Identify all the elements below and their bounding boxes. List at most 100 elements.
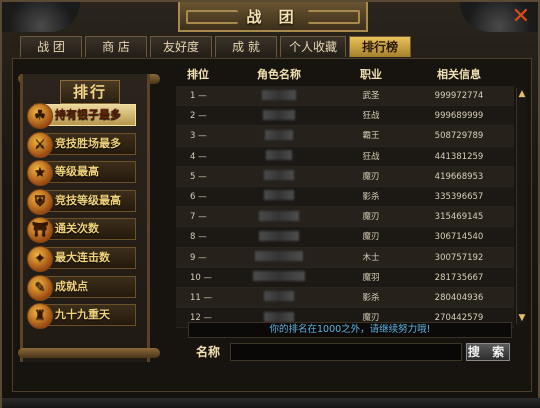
table-row[interactable]: 4 — 狂战 441381259 xyxy=(176,146,514,167)
rank-notice: 你的排名在1000之外，请继续努力哦! xyxy=(188,322,512,338)
bottom-bar xyxy=(2,398,540,408)
blurred-name xyxy=(264,170,294,181)
info-cell: 315469145 xyxy=(434,212,484,223)
rank-cell: 7 — xyxy=(190,212,207,223)
name-cell xyxy=(220,147,338,166)
scroll-up-icon[interactable]: ▲ xyxy=(517,88,527,100)
info-cell: 306714540 xyxy=(434,232,484,243)
scroll-down-icon[interactable]: ▼ xyxy=(517,312,527,324)
close-button[interactable]: ✕ xyxy=(510,6,532,28)
table-row[interactable]: 10 — 魔羽 281735667 xyxy=(176,267,514,288)
class-cell: 影杀 xyxy=(362,191,380,202)
tab-collection[interactable]: 个人收藏 xyxy=(280,36,346,57)
category-item[interactable]: ♜ 九十九重天 xyxy=(27,303,136,330)
category-item[interactable]: ⛩ 通关次数 xyxy=(27,217,136,244)
close-icon: ✕ xyxy=(511,4,531,29)
info-cell: 335396657 xyxy=(434,191,484,202)
tab-bar: 战 团 商 店 友好度 成 就 个人收藏 排行榜 xyxy=(20,36,411,57)
category-item[interactable]: ★ 等级最高 xyxy=(27,160,136,187)
class-cell: 霸王 xyxy=(362,131,380,142)
blurred-name xyxy=(266,150,292,161)
search-button[interactable]: 搜 索 xyxy=(466,343,510,361)
header-name: 角色名称 xyxy=(257,68,301,81)
class-cell: 影杀 xyxy=(362,292,380,303)
tab-guild[interactable]: 战 团 xyxy=(20,36,82,57)
category-item[interactable]: ✦ 最大连击数 xyxy=(27,245,136,272)
blurred-name xyxy=(263,109,295,120)
tower-icon: ♜ xyxy=(27,303,53,330)
category-item[interactable]: ⚔ 竞技胜场最多 xyxy=(27,131,136,158)
table-row[interactable]: 1 — 武圣 999972774 xyxy=(176,86,514,107)
blurred-name xyxy=(253,271,305,282)
title-ornament-right xyxy=(308,10,360,24)
table-row[interactable]: 3 — 霸王 508729789 xyxy=(176,126,514,147)
category-list: ☘ 持有银子最多 ⚔ 竞技胜场最多 ★ 等级最高 ⛨ 竞技等级最高 ⛩ 通关次数 ✦ 最大连击数 ✎ 成就… xyxy=(27,103,136,333)
scroll-icon: ✎ xyxy=(27,274,53,301)
blurred-name xyxy=(255,251,303,261)
table-row[interactable]: 2 — 狂战 999689999 xyxy=(176,106,514,127)
name-cell xyxy=(220,106,338,125)
name-search-input[interactable] xyxy=(230,343,462,361)
category-item[interactable]: ☘ 持有银子最多 xyxy=(27,103,136,129)
coin-icon: ☘ xyxy=(27,103,53,129)
rank-cell: 6 — xyxy=(190,191,207,202)
class-cell: 狂战 xyxy=(362,111,380,122)
class-cell: 狂战 xyxy=(362,151,380,162)
class-cell: 武圣 xyxy=(362,91,380,101)
name-cell xyxy=(220,288,338,307)
rank-cell: 10 — xyxy=(190,272,213,283)
name-cell xyxy=(220,187,338,206)
class-cell: 魔刃 xyxy=(362,171,380,182)
gate-icon: ⛩ xyxy=(27,217,53,244)
rank-cell: 2 — xyxy=(190,111,207,122)
blurred-name xyxy=(262,89,296,100)
category-label: 通关次数 xyxy=(55,222,99,236)
tab-friendship[interactable]: 友好度 xyxy=(150,36,212,57)
table-row[interactable]: 5 — 魔刃 419668953 xyxy=(176,166,514,187)
table-row[interactable]: 8 — 魔刃 306714540 xyxy=(176,227,514,248)
rank-cell: 5 — xyxy=(190,171,207,182)
table-row[interactable]: 9 — 木士 300757192 xyxy=(176,247,514,268)
info-cell: 999689999 xyxy=(434,111,484,122)
scroll-rod-bottom xyxy=(18,348,160,358)
leaderboard-table: 排位 角色名称 职业 相关信息 1 — 武圣 999972774 2 — 狂战 99968… xyxy=(176,66,514,329)
blurred-name xyxy=(259,230,299,241)
window-title-plate: 战 团 xyxy=(178,2,368,32)
table-body: 1 — 武圣 999972774 2 — 狂战 999689999 3 — 霸王 5087297… xyxy=(176,86,514,329)
name-cell xyxy=(220,86,338,105)
info-cell: 281735667 xyxy=(434,272,484,283)
rank-cell: 1 — xyxy=(190,91,207,101)
title-ornament-left xyxy=(186,10,238,24)
tab-achievements[interactable]: 成 就 xyxy=(215,36,277,57)
info-cell: 999972774 xyxy=(434,91,484,101)
blurred-name xyxy=(259,210,299,221)
category-label: 成就点 xyxy=(55,279,88,293)
table-row[interactable]: 11 — 影杀 280404936 xyxy=(176,287,514,309)
category-item[interactable]: ✎ 成就点 xyxy=(27,274,136,301)
table-row[interactable]: 6 — 影杀 335396657 xyxy=(176,186,514,208)
category-item[interactable]: ⛨ 竞技等级最高 xyxy=(27,188,136,215)
tab-shop[interactable]: 商 店 xyxy=(85,36,147,57)
search-label: 名称 xyxy=(196,345,221,359)
header-rank: 排位 xyxy=(187,68,209,81)
combo-icon: ✦ xyxy=(27,245,53,272)
class-cell: 魔刃 xyxy=(362,232,380,243)
info-cell: 300757192 xyxy=(434,252,484,263)
table-scrollbar[interactable]: ▲ ▼ xyxy=(516,88,526,324)
ranking-window: 战 团 ✕ 战 团 商 店 友好度 成 就 个人收藏 排行榜 排行 ☘ 持有银子最… xyxy=(0,0,540,408)
category-label: 竞技胜场最多 xyxy=(55,136,121,150)
blurred-name xyxy=(264,311,294,322)
name-cell xyxy=(220,248,338,267)
class-cell: 魔羽 xyxy=(362,272,380,283)
name-cell xyxy=(220,167,338,186)
header-class: 职业 xyxy=(360,68,382,81)
rank-cell: 11 — xyxy=(190,292,213,303)
header-info: 相关信息 xyxy=(437,68,481,81)
category-label: 等级最高 xyxy=(55,165,99,179)
info-cell: 508729789 xyxy=(434,131,484,142)
rank-cell: 9 — xyxy=(190,252,207,263)
info-cell: 280404936 xyxy=(434,292,484,303)
tab-leaderboard[interactable]: 排行榜 xyxy=(349,36,411,57)
name-cell xyxy=(220,227,338,246)
table-row[interactable]: 7 — 魔刃 315469145 xyxy=(176,207,514,228)
